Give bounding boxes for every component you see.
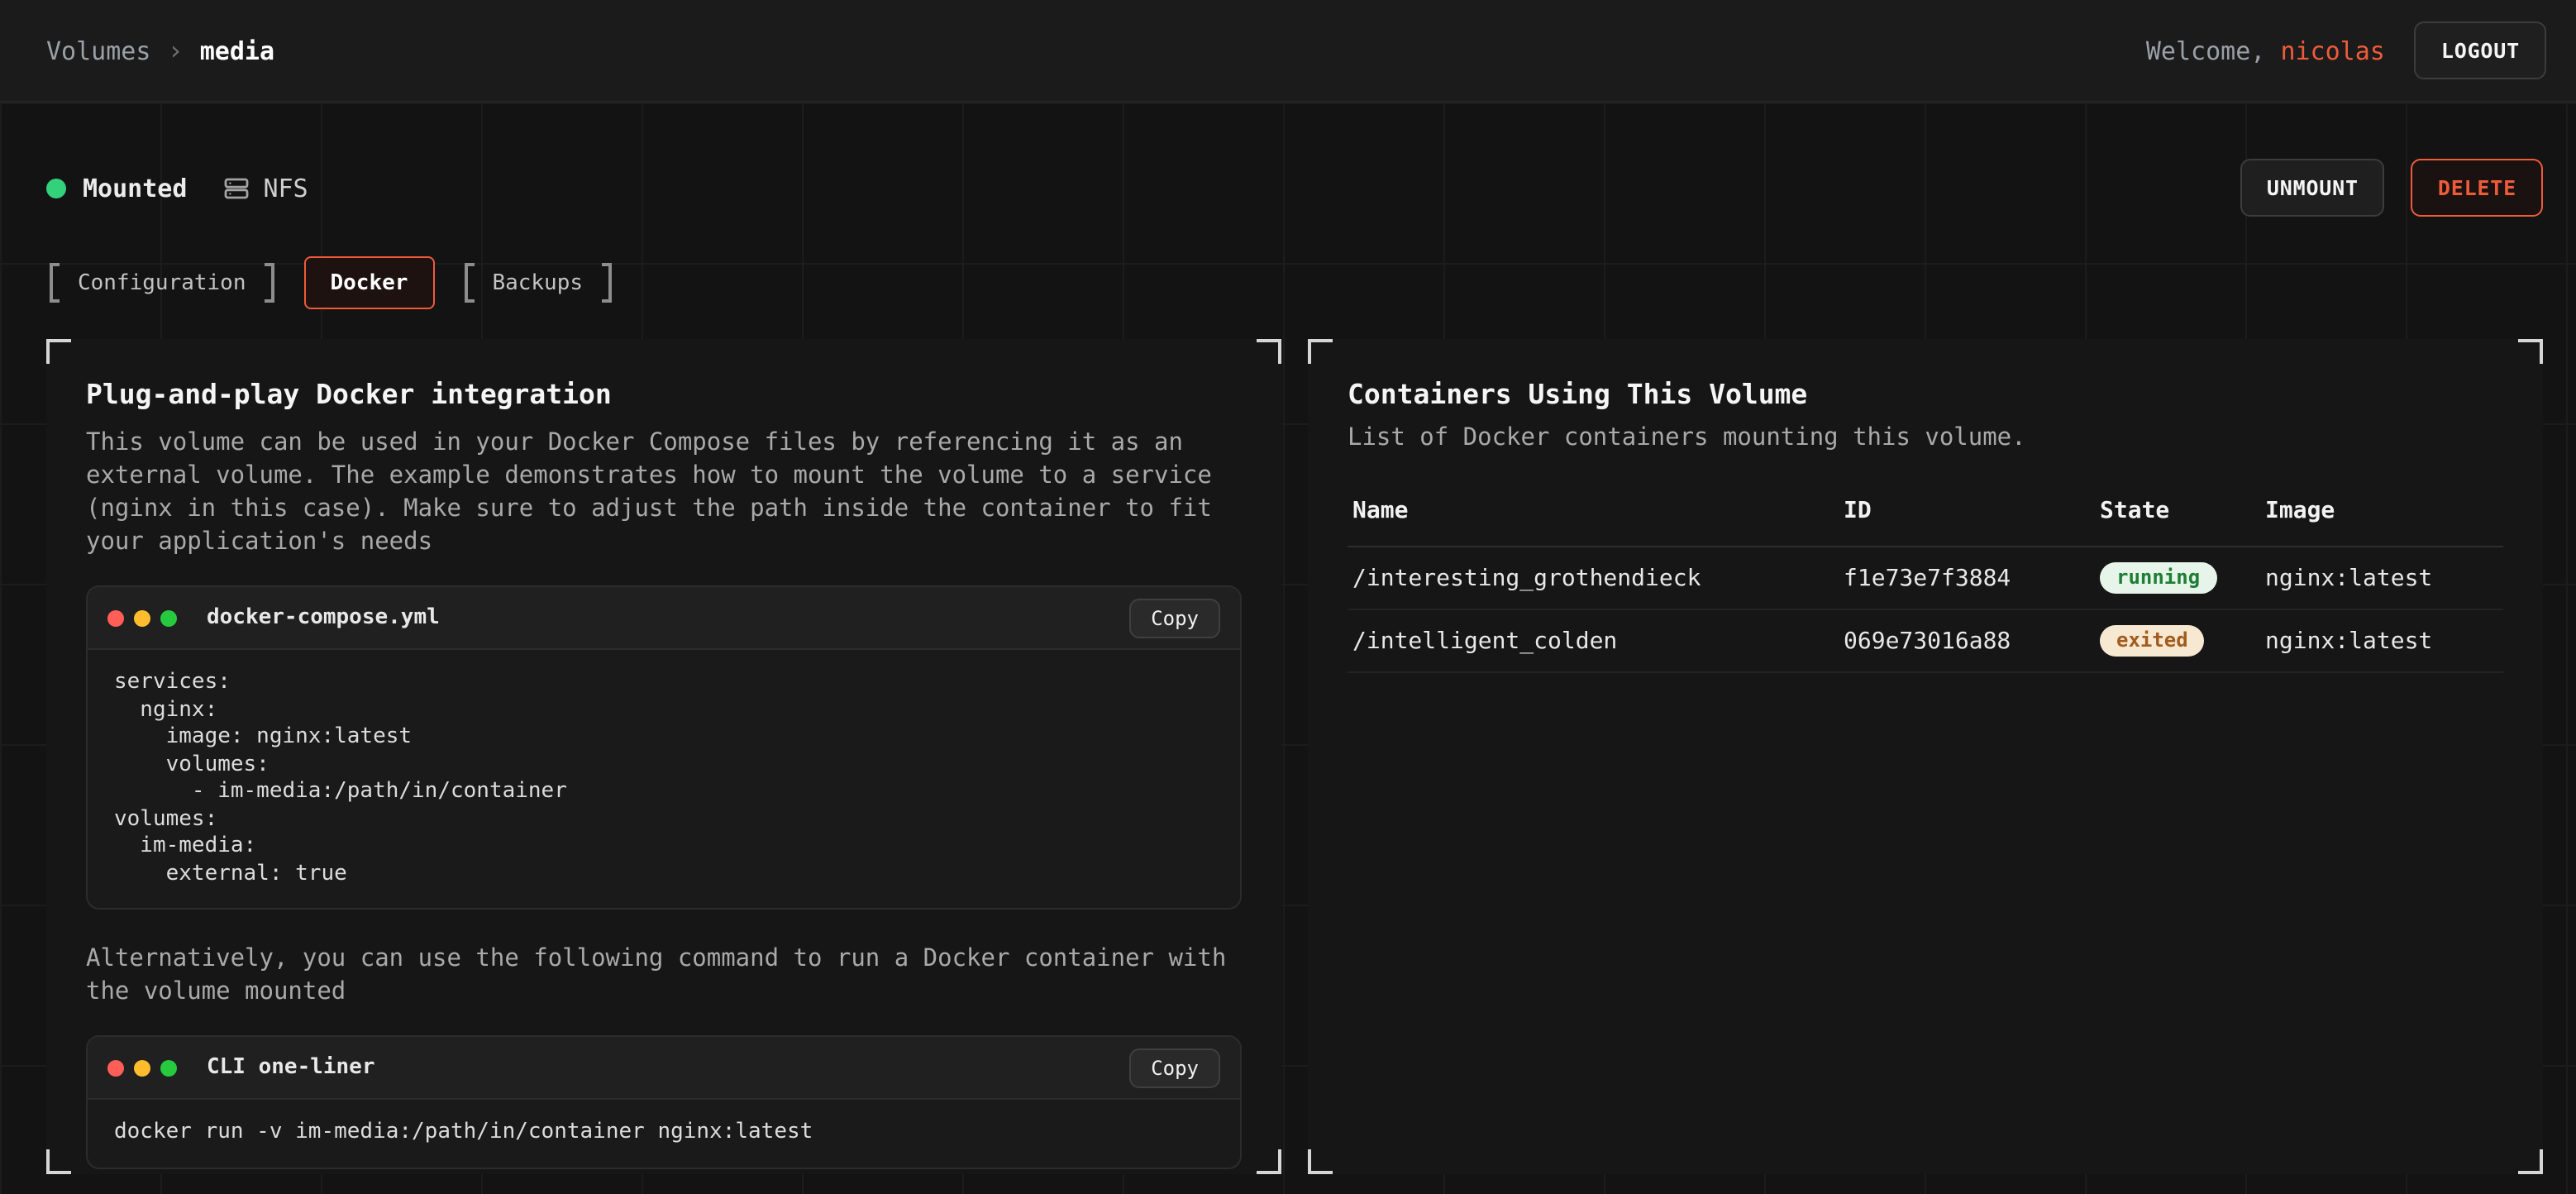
container-id: 069e73016a88: [1844, 628, 2100, 654]
panels: Plug-and-play Docker integration This vo…: [46, 339, 2543, 1174]
bracket-right-icon: [601, 263, 611, 303]
panel-corner-mark: [2518, 339, 2543, 364]
window-dot-red-icon: [107, 609, 124, 626]
panel-title: Plug-and-play Docker integration: [86, 379, 1242, 410]
mounted-label: Mounted: [83, 173, 187, 203]
tab-label: Configuration: [78, 270, 246, 295]
tab-backups[interactable]: Backups: [460, 258, 614, 308]
bracket-left-icon: [50, 263, 60, 303]
container-state: running: [2100, 562, 2265, 594]
panel-subtitle: List of Docker containers mounting this …: [1348, 425, 2503, 451]
containers-panel: Containers Using This Volume List of Doc…: [1308, 339, 2543, 1174]
panel-corner-mark: [1308, 339, 1333, 364]
cli-code-card: CLI one-liner Copy docker run -v im-medi…: [86, 1035, 1242, 1168]
column-header-image: Image: [2265, 498, 2503, 524]
breadcrumb-current-page: media: [200, 36, 274, 65]
breadcrumb-volumes-link[interactable]: Volumes: [46, 36, 150, 65]
state-badge: running: [2100, 562, 2216, 594]
window-dot-yellow-icon: [134, 609, 150, 626]
bracket-right-icon: [265, 263, 274, 303]
panel-corner-mark: [1308, 1149, 1333, 1174]
unmount-button[interactable]: UNMOUNT: [2240, 159, 2385, 217]
window-dot-green-icon: [160, 1059, 177, 1076]
code-filename: docker-compose.yml: [207, 605, 440, 630]
copy-compose-button[interactable]: Copy: [1129, 598, 1220, 638]
cli-intro-text: Alternatively, you can use the following…: [86, 943, 1242, 1009]
logout-button[interactable]: LOGOUT: [2415, 21, 2546, 79]
welcome-prefix: Welcome,: [2146, 36, 2266, 65]
compose-code-card: docker-compose.yml Copy services: nginx:…: [86, 585, 1242, 910]
topbar: Volumes › media Welcome, nicolas LOGOUT: [0, 0, 2576, 103]
panel-title: Containers Using This Volume: [1348, 379, 2503, 410]
app-viewport: Volumes › media Welcome, nicolas LOGOUT …: [0, 0, 2576, 1194]
container-state: exited: [2100, 625, 2265, 657]
panel-corner-mark: [46, 1149, 71, 1174]
container-image: nginx:latest: [2265, 565, 2503, 591]
topbar-right: Welcome, nicolas LOGOUT: [2146, 21, 2546, 79]
status-row: Mounted NFS UNMOUNT DELETE: [46, 103, 2543, 217]
table-row: /intelligent_colden 069e73016a88 exited …: [1348, 610, 2503, 673]
tab-label: Backups: [492, 270, 583, 295]
panel-corner-mark: [1257, 1149, 1281, 1174]
server-stack-icon: [223, 174, 250, 201]
chevron-right-icon: ›: [167, 35, 183, 66]
delete-button[interactable]: DELETE: [2411, 159, 2543, 217]
welcome-text: Welcome, nicolas: [2146, 36, 2385, 65]
code-filename: CLI one-liner: [207, 1055, 375, 1080]
column-header-id: ID: [1844, 498, 2100, 524]
fs-type-label: NFS: [263, 173, 308, 203]
tab-docker[interactable]: Docker: [304, 256, 435, 309]
window-dot-red-icon: [107, 1059, 124, 1076]
mounted-status-dot: [46, 178, 66, 198]
container-name: /intelligent_colden: [1348, 628, 1844, 654]
code-card-header: docker-compose.yml Copy: [88, 587, 1240, 650]
column-header-name: Name: [1348, 498, 1844, 524]
table-header-row: Name ID State Image: [1348, 498, 2503, 547]
main-content: Mounted NFS UNMOUNT DELETE C: [0, 103, 2576, 1194]
code-card-header: CLI one-liner Copy: [88, 1037, 1240, 1100]
container-name: /interesting_grothendieck: [1348, 565, 1844, 591]
containers-table: Name ID State Image /interesting_grothen…: [1348, 498, 2503, 673]
column-header-state: State: [2100, 498, 2265, 524]
tab-configuration[interactable]: Configuration: [46, 258, 278, 308]
window-dot-green-icon: [160, 609, 177, 626]
table-row: /interesting_grothendieck f1e73e7f3884 r…: [1348, 547, 2503, 610]
state-badge: exited: [2100, 625, 2205, 657]
window-dot-yellow-icon: [134, 1059, 150, 1076]
copy-cli-button[interactable]: Copy: [1129, 1048, 1220, 1087]
breadcrumb: Volumes › media: [46, 35, 274, 66]
bracket-left-icon: [464, 263, 474, 303]
container-id: f1e73e7f3884: [1844, 565, 2100, 591]
panel-corner-mark: [1257, 339, 1281, 364]
tabs: Configuration Docker Backups: [46, 256, 2543, 309]
cli-code: docker run -v im-media:/path/in/containe…: [88, 1100, 1240, 1167]
volume-status: Mounted NFS: [46, 173, 308, 203]
tab-label: Docker: [331, 270, 408, 295]
container-image: nginx:latest: [2265, 628, 2503, 654]
docker-integration-panel: Plug-and-play Docker integration This vo…: [46, 339, 1281, 1174]
panel-corner-mark: [46, 339, 71, 364]
panel-description: This volume can be used in your Docker C…: [86, 427, 1242, 559]
panel-corner-mark: [2518, 1149, 2543, 1174]
username: nicolas: [2280, 36, 2384, 65]
volume-actions: UNMOUNT DELETE: [2240, 159, 2543, 217]
compose-code: services: nginx: image: nginx:latest vol…: [88, 650, 1240, 908]
